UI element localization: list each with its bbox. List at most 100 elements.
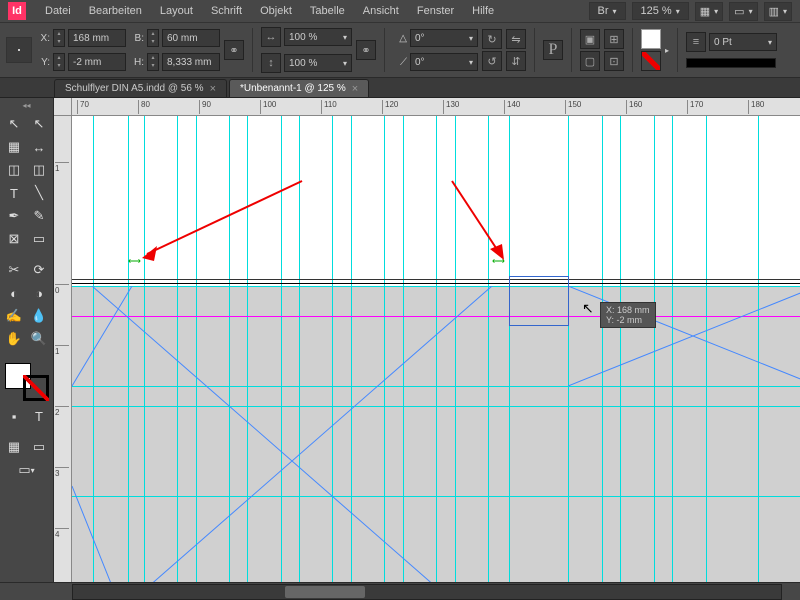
horizontal-ruler[interactable]: 70 80 90 100 110 120 130 140 150 160 170… bbox=[72, 98, 800, 116]
select-container-icon[interactable]: ▢ bbox=[580, 51, 600, 71]
stroke-style-dropdown[interactable] bbox=[686, 58, 776, 68]
menu-bearbeiten[interactable]: Bearbeiten bbox=[80, 2, 151, 20]
swatch-dropdown-icon[interactable]: ▸ bbox=[665, 46, 669, 55]
document-tab-1[interactable]: Schulflyer DIN A5.indd @ 56 % × bbox=[54, 79, 227, 97]
zoom-tool[interactable]: 🔍 bbox=[27, 328, 51, 350]
page-tool[interactable]: ▦ bbox=[2, 136, 26, 158]
pen-tool[interactable]: ✒ bbox=[2, 205, 26, 227]
h-stepper[interactable]: ▴▾ bbox=[147, 53, 159, 71]
menu-ansicht[interactable]: Ansicht bbox=[354, 2, 408, 20]
rectangle-tool[interactable]: ▭ bbox=[27, 228, 51, 250]
flip-v-icon[interactable]: ⇵ bbox=[506, 51, 526, 71]
menu-tabelle[interactable]: Tabelle bbox=[301, 2, 354, 20]
stroke-weight-dropdown[interactable]: 0 Pt▾ bbox=[709, 33, 777, 51]
guide-horizontal[interactable] bbox=[72, 496, 800, 497]
rotate-dropdown[interactable]: 0°▾ bbox=[410, 29, 478, 47]
x-input[interactable] bbox=[68, 29, 126, 47]
guide-vertical[interactable] bbox=[758, 116, 759, 582]
flip-h-icon[interactable]: ⇋ bbox=[506, 29, 526, 49]
shear-dropdown[interactable]: 0°▾ bbox=[410, 53, 478, 71]
rotate-ccw-icon[interactable]: ↺ bbox=[482, 51, 502, 71]
apply-color-icon[interactable]: ▪ bbox=[2, 405, 26, 427]
x-stepper[interactable]: ▴▾ bbox=[53, 29, 65, 47]
close-icon[interactable]: × bbox=[352, 83, 358, 95]
reference-point-selector[interactable] bbox=[6, 37, 32, 63]
app-icon: Id bbox=[8, 2, 26, 20]
bridge-button[interactable]: Br▾ bbox=[589, 2, 626, 20]
menu-objekt[interactable]: Objekt bbox=[251, 2, 301, 20]
type-tool[interactable]: T bbox=[2, 182, 26, 204]
menu-datei[interactable]: Datei bbox=[36, 2, 80, 20]
guide-horizontal[interactable] bbox=[72, 286, 800, 287]
content-collector-tool[interactable]: ◫ bbox=[2, 159, 26, 181]
gap-tool[interactable]: ↔ bbox=[27, 136, 51, 158]
fill-swatch-icon[interactable] bbox=[641, 29, 661, 49]
preview-view-icon[interactable]: ▭ bbox=[27, 436, 51, 458]
normal-view-icon[interactable]: ▦ bbox=[2, 436, 26, 458]
screen-mode-icon[interactable]: ▭▾ bbox=[729, 2, 757, 21]
stroke-color-icon[interactable] bbox=[23, 375, 49, 401]
menu-fenster[interactable]: Fenster bbox=[408, 2, 463, 20]
guide-vertical[interactable] bbox=[93, 116, 94, 582]
menu-layout[interactable]: Layout bbox=[151, 2, 202, 20]
guide-vertical[interactable] bbox=[654, 116, 655, 582]
line-tool[interactable]: ╲ bbox=[27, 182, 51, 204]
arrange-icon[interactable]: ▥▾ bbox=[764, 2, 792, 21]
y-input[interactable] bbox=[68, 53, 126, 71]
direct-selection-tool[interactable]: ↖ bbox=[27, 113, 51, 135]
note-tool[interactable]: ✍ bbox=[2, 305, 26, 327]
free-transform-tool[interactable]: ⟳ bbox=[27, 259, 51, 281]
scissors-tool[interactable]: ✂ bbox=[2, 259, 26, 281]
panel-grip-icon[interactable]: ◂◂ bbox=[2, 100, 51, 110]
selection-tool[interactable]: ↖ bbox=[2, 113, 26, 135]
hand-tool[interactable]: ✋ bbox=[2, 328, 26, 350]
guide-vertical[interactable] bbox=[332, 116, 333, 582]
w-stepper[interactable]: ▴▾ bbox=[147, 29, 159, 47]
h-input[interactable] bbox=[162, 53, 220, 71]
guide-vertical[interactable] bbox=[403, 116, 404, 582]
select-content-icon[interactable]: ▣ bbox=[580, 29, 600, 49]
w-input[interactable] bbox=[162, 29, 220, 47]
constrain-proportions-icon[interactable]: ⚭ bbox=[224, 40, 244, 60]
scale-x-dropdown[interactable]: 100 %▾ bbox=[284, 28, 352, 46]
close-icon[interactable]: × bbox=[210, 83, 216, 95]
scrollbar-thumb[interactable] bbox=[285, 586, 365, 598]
guide-vertical[interactable] bbox=[672, 116, 673, 582]
fit-frame-icon[interactable]: ⊡ bbox=[604, 51, 624, 71]
guide-horizontal[interactable] bbox=[72, 386, 800, 387]
guide-horizontal[interactable] bbox=[72, 406, 800, 407]
stroke-swatch-icon[interactable] bbox=[641, 51, 661, 71]
vertical-ruler[interactable]: 1 0 1 2 3 4 bbox=[54, 116, 72, 582]
fill-stroke-swatch[interactable] bbox=[5, 363, 49, 401]
ruler-origin[interactable] bbox=[54, 98, 72, 116]
document-canvas[interactable]: ⟷ ⟷ ↖ X: 168 mm Y: -2 mm bbox=[72, 116, 800, 582]
horizontal-scrollbar[interactable] bbox=[72, 584, 782, 600]
guide-vertical[interactable] bbox=[351, 116, 352, 582]
menu-hilfe[interactable]: Hilfe bbox=[463, 2, 503, 20]
guide-vertical[interactable] bbox=[436, 116, 437, 582]
content-placer-tool[interactable]: ◫ bbox=[27, 159, 51, 181]
rotate-cw-icon[interactable]: ↻ bbox=[482, 29, 502, 49]
fit-content-icon[interactable]: ⊞ bbox=[604, 29, 624, 49]
guide-vertical[interactable] bbox=[384, 116, 385, 582]
document-tab-2[interactable]: *Unbenannt-1 @ 125 % × bbox=[229, 79, 369, 97]
eyedropper-tool[interactable]: 💧 bbox=[27, 305, 51, 327]
guide-vertical[interactable] bbox=[602, 116, 603, 582]
constrain-scale-icon[interactable]: ⚭ bbox=[356, 40, 376, 60]
view-options-icon[interactable]: ▦▾ bbox=[695, 2, 723, 21]
menu-schrift[interactable]: Schrift bbox=[202, 2, 251, 20]
gradient-feather-tool[interactable]: ◑ bbox=[27, 282, 51, 304]
pencil-tool[interactable]: ✎ bbox=[27, 205, 51, 227]
scale-y-dropdown[interactable]: 100 %▾ bbox=[284, 54, 352, 72]
gradient-swatch-tool[interactable]: ◐ bbox=[2, 282, 26, 304]
y-stepper[interactable]: ▴▾ bbox=[53, 53, 65, 71]
rectangle-frame-tool[interactable]: ⊠ bbox=[2, 228, 26, 250]
guide-vertical[interactable] bbox=[706, 116, 707, 582]
screen-mode-tool[interactable]: ▭ ▾ bbox=[2, 459, 51, 481]
guide-vertical[interactable] bbox=[128, 116, 129, 582]
apply-type-icon[interactable]: T bbox=[27, 405, 51, 427]
paragraph-style-icon[interactable]: P bbox=[543, 40, 563, 60]
zoom-level-dropdown[interactable]: 125 %▾ bbox=[632, 2, 689, 20]
selected-frame[interactable] bbox=[509, 276, 569, 326]
guide-vertical[interactable] bbox=[620, 116, 621, 582]
